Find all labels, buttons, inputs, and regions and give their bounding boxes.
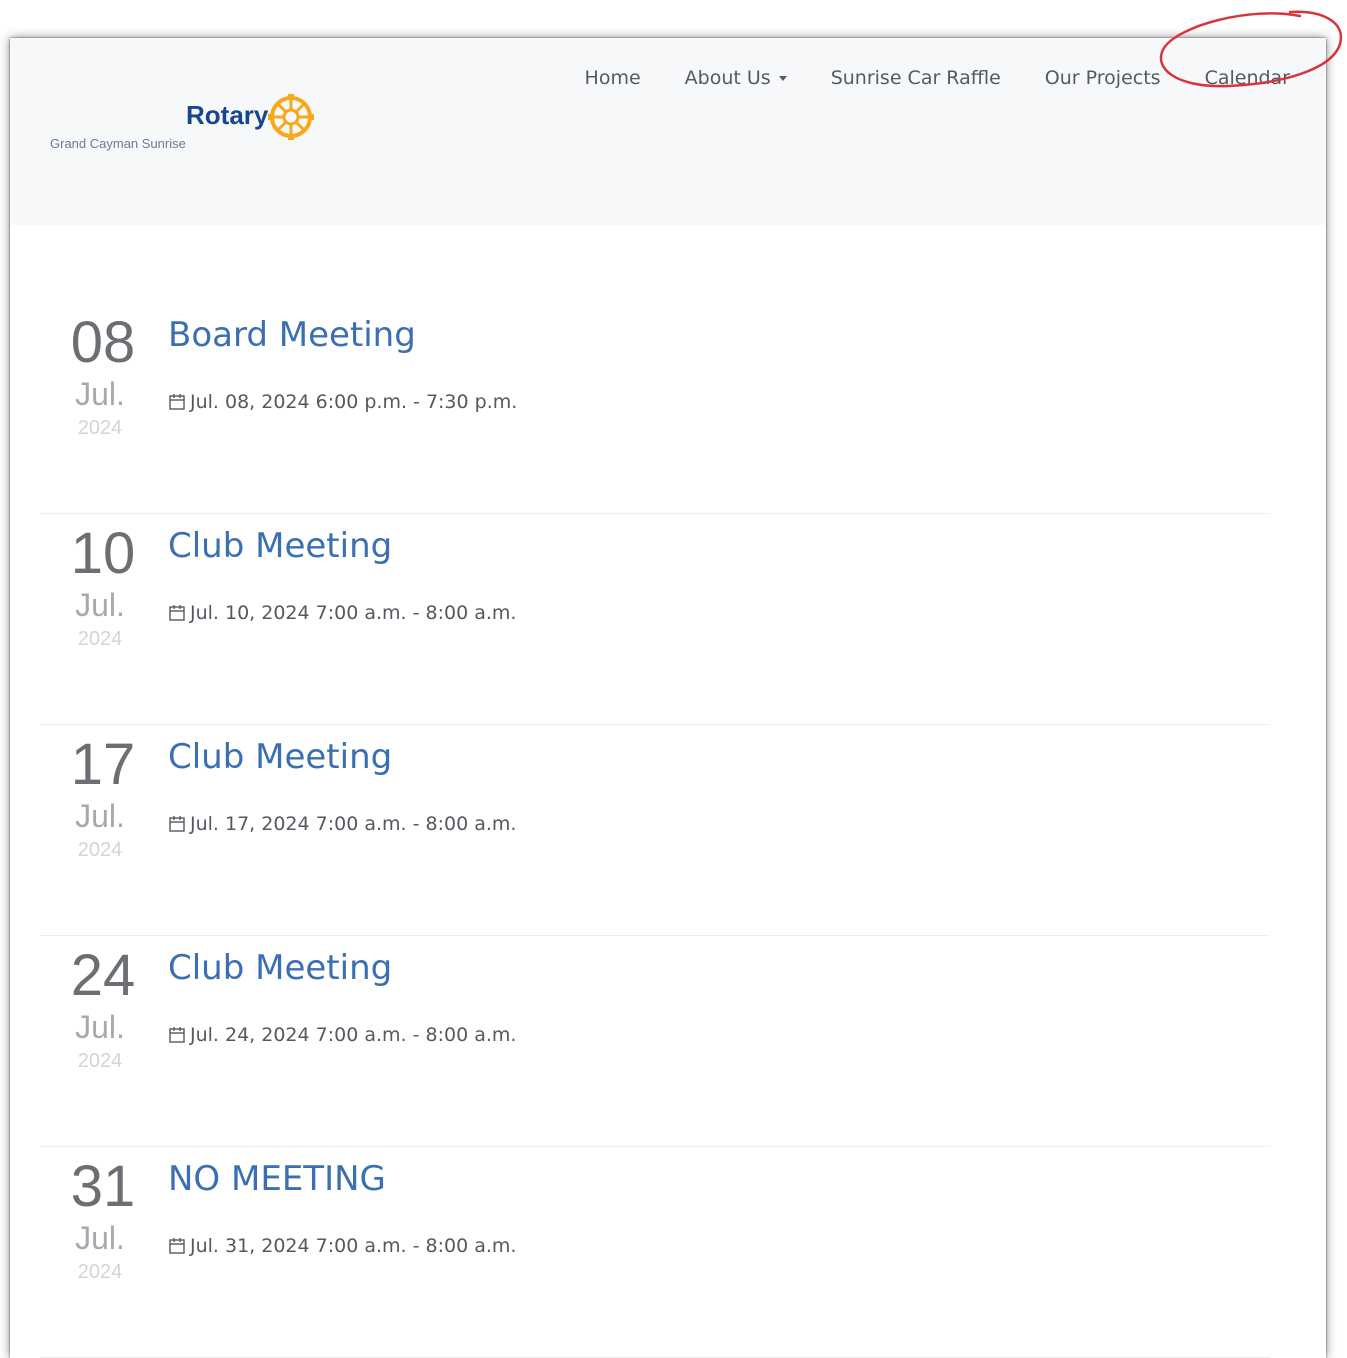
nav-home[interactable]: Home — [563, 66, 663, 90]
event-item: 31 Jul. 2024 NO MEETING Jul. 31, 2024 7:… — [40, 1147, 1270, 1358]
event-title-link[interactable]: Club Meeting — [168, 524, 392, 568]
nav-about-us[interactable]: About Us — [663, 66, 809, 90]
event-month: Jul. — [75, 1220, 125, 1256]
event-item: 17 Jul. 2024 Club Meeting Jul. 17, 2024 … — [40, 725, 1270, 936]
calendar-icon — [169, 816, 185, 832]
caret-down-icon — [778, 76, 787, 81]
event-year: 2024 — [77, 417, 123, 439]
event-datetime: Jul. 24, 2024 7:00 a.m. - 8:00 a.m. — [168, 1024, 516, 1046]
event-datetime-text: Jul. 10, 2024 7:00 a.m. - 8:00 a.m. — [190, 602, 517, 624]
calendar-icon — [169, 605, 185, 621]
site-header: Rotary Grand Cayman Sunrise Home About U… — [10, 10, 1343, 225]
event-datetime: Jul. 10, 2024 7:00 a.m. - 8:00 a.m. — [168, 602, 516, 624]
nav-calendar[interactable]: Calendar — [1183, 66, 1290, 90]
event-year: 2024 — [77, 1050, 123, 1072]
event-list: 08 Jul. 2024 Board Meeting Jul. 08, 2024… — [40, 303, 1270, 1358]
logo-subtitle: Grand Cayman Sunrise — [50, 136, 186, 151]
event-item: 08 Jul. 2024 Board Meeting Jul. 08, 2024… — [40, 303, 1270, 514]
event-datetime: Jul. 08, 2024 6:00 p.m. - 7:30 p.m. — [168, 391, 517, 413]
event-day: 24 — [70, 943, 136, 1008]
event-year: 2024 — [77, 839, 123, 861]
event-month: Jul. — [75, 798, 125, 834]
event-datetime-text: Jul. 17, 2024 7:00 a.m. - 8:00 a.m. — [190, 813, 517, 835]
event-day: 08 — [70, 310, 136, 375]
event-month: Jul. — [75, 1009, 125, 1045]
event-day: 31 — [70, 1154, 136, 1219]
event-month: Jul. — [75, 587, 125, 623]
event-title-link[interactable]: Club Meeting — [168, 946, 392, 990]
logo-wordmark: Rotary — [186, 100, 269, 130]
event-year: 2024 — [77, 1261, 123, 1283]
event-title-link[interactable]: Club Meeting — [168, 735, 392, 779]
event-item: 24 Jul. 2024 Club Meeting Jul. 24, 2024 … — [40, 936, 1270, 1147]
nav-sunrise-car-raffle[interactable]: Sunrise Car Raffle — [809, 66, 1023, 90]
event-title-link[interactable]: Board Meeting — [168, 313, 416, 357]
event-datetime: Jul. 31, 2024 7:00 a.m. - 8:00 a.m. — [168, 1235, 516, 1257]
site-logo[interactable]: Rotary Grand Cayman Sunrise — [50, 92, 314, 162]
browser-page: Rotary Grand Cayman Sunrise Home About U… — [10, 10, 1343, 1358]
main-nav: Home About Us Sunrise Car Raffle Our Pro… — [563, 66, 1290, 90]
event-day: 10 — [70, 521, 136, 586]
event-day: 17 — [70, 732, 136, 797]
event-title-link[interactable]: NO MEETING — [168, 1157, 386, 1201]
event-datetime: Jul. 17, 2024 7:00 a.m. - 8:00 a.m. — [168, 813, 516, 835]
event-year: 2024 — [77, 628, 123, 650]
calendar-icon — [169, 394, 185, 410]
calendar-icon — [169, 1027, 185, 1043]
event-datetime-text: Jul. 08, 2024 6:00 p.m. - 7:30 p.m. — [190, 391, 518, 413]
event-month: Jul. — [75, 376, 125, 412]
event-datetime-text: Jul. 24, 2024 7:00 a.m. - 8:00 a.m. — [190, 1024, 517, 1046]
event-datetime-text: Jul. 31, 2024 7:00 a.m. - 8:00 a.m. — [190, 1235, 517, 1257]
rotary-wheel-icon — [268, 94, 314, 140]
nav-our-projects[interactable]: Our Projects — [1023, 66, 1183, 90]
nav-about-us-label: About Us — [684, 67, 771, 89]
calendar-icon — [169, 1238, 185, 1254]
event-item: 10 Jul. 2024 Club Meeting Jul. 10, 2024 … — [40, 514, 1270, 725]
